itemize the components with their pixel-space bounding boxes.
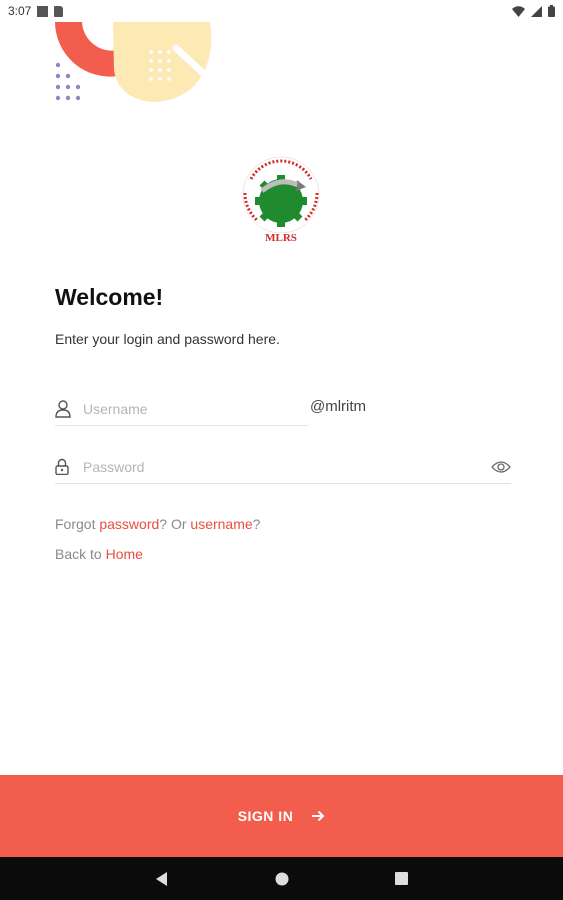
lock-icon [55, 458, 71, 476]
home-nav-button[interactable] [222, 857, 342, 900]
back-prefix: Back to [55, 546, 106, 562]
decorative-shapes [55, 22, 212, 102]
mlrs-logo: MLRS [242, 156, 320, 244]
arrow-right-icon [312, 810, 325, 822]
forgot-username-link[interactable]: username [190, 516, 252, 532]
forgot-password-link[interactable]: password [99, 516, 159, 532]
recents-icon [395, 872, 408, 885]
eye-icon[interactable] [491, 460, 511, 474]
sign-in-label: SIGN IN [237, 808, 294, 824]
or-text: ? Or [159, 516, 191, 532]
forgot-prefix: Forgot [55, 516, 100, 532]
user-icon [55, 399, 71, 418]
page-title: Welcome! [55, 284, 164, 310]
recents-nav-button[interactable] [342, 857, 462, 900]
system-nav-bar [0, 857, 563, 900]
signal-icon [531, 5, 542, 17]
forgot-suffix: ? [252, 516, 261, 532]
password-input[interactable] [83, 458, 491, 475]
wifi-icon [512, 5, 525, 17]
password-field[interactable] [55, 450, 511, 484]
back-links: Back to Home [55, 546, 143, 562]
back-icon [155, 871, 167, 886]
logo-text: MLRS [265, 232, 297, 244]
back-nav-button[interactable] [102, 857, 222, 900]
battery-icon [548, 5, 555, 17]
username-input[interactable] [83, 400, 308, 417]
domain-suffix: @mlritm [310, 398, 367, 415]
username-field[interactable] [55, 392, 308, 426]
home-link[interactable]: Home [106, 546, 143, 562]
home-icon [275, 872, 288, 885]
forgot-links: Forgot password? Or username? [55, 516, 260, 532]
status-right [512, 5, 555, 17]
sign-in-button[interactable]: SIGN IN [0, 775, 563, 857]
page-subtitle: Enter your login and password here. [55, 331, 280, 347]
